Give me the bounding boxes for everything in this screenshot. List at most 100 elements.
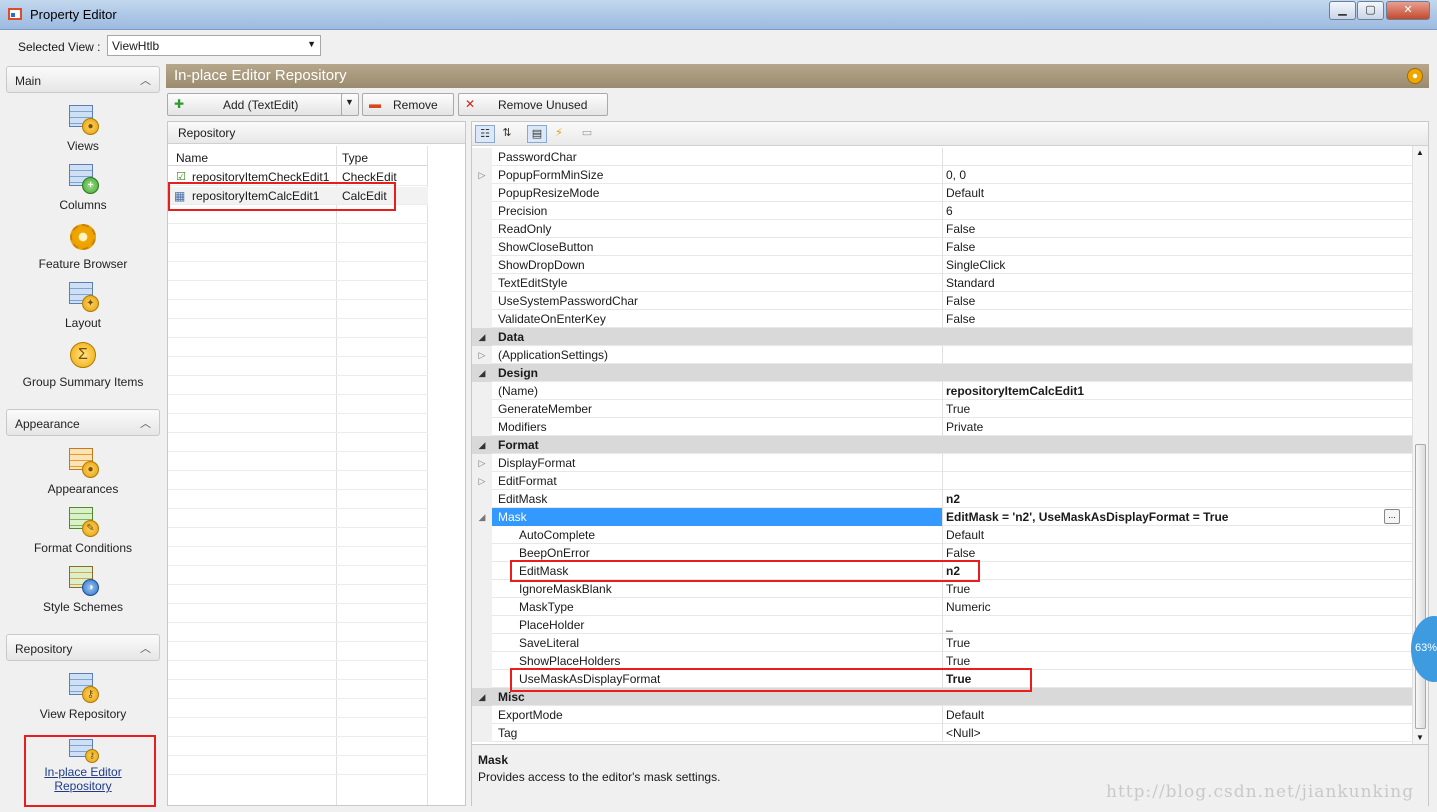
property-row[interactable]: Modifiers Private <box>472 418 1412 436</box>
remove-unused-button[interactable]: ✕ Remove Unused <box>458 93 608 116</box>
property-value[interactable]: False <box>946 312 975 326</box>
remove-button[interactable]: ▬ Remove <box>362 93 454 116</box>
property-value[interactable]: False <box>946 546 975 560</box>
column-header-name[interactable]: Name <box>176 151 208 165</box>
add-button[interactable]: ✚ Add (TextEdit) <box>167 93 358 116</box>
property-row[interactable]: ▷ DisplayFormat <box>472 454 1412 472</box>
property-value[interactable]: Private <box>946 420 983 434</box>
property-pages-icon[interactable]: ▭ <box>577 125 597 143</box>
property-row[interactable]: ExportMode Default <box>472 706 1412 724</box>
property-value[interactable]: Default <box>946 528 984 542</box>
property-row[interactable]: ShowDropDown SingleClick <box>472 256 1412 274</box>
property-value[interactable]: SingleClick <box>946 258 1005 272</box>
property-value[interactable]: False <box>946 240 975 254</box>
property-name: GenerateMember <box>498 402 593 416</box>
property-row[interactable]: AutoComplete Default <box>472 526 1412 544</box>
property-row[interactable]: SaveLiteral True <box>472 634 1412 652</box>
selected-view-combo[interactable]: ViewHtlb ▼ <box>107 35 321 56</box>
scroll-up-icon[interactable]: ▲ <box>1416 148 1424 157</box>
property-category[interactable]: ◢ Format <box>472 436 1412 454</box>
nav-item-format-conditions[interactable]: ✎ Format Conditions <box>6 505 160 555</box>
empty-row <box>168 510 428 528</box>
property-value[interactable]: EditMask = 'n2', UseMaskAsDisplayFormat … <box>946 510 1228 524</box>
property-row[interactable]: ValidateOnEnterKey False <box>472 310 1412 328</box>
property-row[interactable]: EditMask n2 <box>472 490 1412 508</box>
property-value[interactable]: repositoryItemCalcEdit1 <box>946 384 1084 398</box>
maximize-button[interactable]: ▢ <box>1357 1 1384 20</box>
nav-item-layout[interactable]: ✦ Layout <box>6 280 160 330</box>
nav-item-style-schemes[interactable]: ◑ Style Schemes <box>6 564 160 614</box>
expand-icon: ▷ <box>472 472 492 490</box>
events-icon[interactable]: ⚡ <box>549 125 569 143</box>
column-divider <box>942 418 943 436</box>
nav-item-group-summary-items[interactable]: Σ Group Summary Items <box>6 339 160 389</box>
property-value[interactable]: n2 <box>946 492 960 506</box>
property-row[interactable]: ▷ (ApplicationSettings) <box>472 346 1412 364</box>
property-category[interactable]: ◢ Data <box>472 328 1412 346</box>
empty-row <box>168 567 428 585</box>
empty-row <box>168 244 428 262</box>
property-row[interactable]: PopupResizeMode Default <box>472 184 1412 202</box>
ellipsis-button[interactable]: ... <box>1384 509 1400 524</box>
property-row[interactable]: TextEditStyle Standard <box>472 274 1412 292</box>
property-row[interactable]: MaskType Numeric <box>472 598 1412 616</box>
scroll-down-icon[interactable]: ▼ <box>1416 733 1424 742</box>
property-value[interactable]: Standard <box>946 276 995 290</box>
property-value[interactable]: <Null> <box>946 726 981 740</box>
collapse-icon[interactable]: ︿ <box>140 640 151 656</box>
property-value[interactable]: _ <box>946 618 953 632</box>
property-value[interactable]: False <box>946 294 975 308</box>
sort-alphabetical-icon[interactable]: ⇅ <box>497 125 517 143</box>
property-row[interactable]: (Name) repositoryItemCalcEdit1 <box>472 382 1412 400</box>
property-row[interactable]: ◢ Mask EditMask = 'n2', UseMaskAsDisplayFo… <box>472 508 1412 526</box>
property-value[interactable]: Default <box>946 708 984 722</box>
property-value[interactable]: True <box>946 654 970 668</box>
property-row[interactable]: Tag <Null> <box>472 724 1412 742</box>
property-name: ShowCloseButton <box>498 240 594 254</box>
property-value[interactable]: 6 <box>946 204 953 218</box>
property-row[interactable]: ▷ PopupFormMinSize 0, 0 <box>472 166 1412 184</box>
property-value[interactable]: Default <box>946 186 984 200</box>
property-name: PasswordChar <box>498 150 577 164</box>
property-row[interactable]: ShowCloseButton False <box>472 238 1412 256</box>
property-value[interactable]: Numeric <box>946 600 991 614</box>
property-row[interactable]: ReadOnly False <box>472 220 1412 238</box>
nav-group-appearance[interactable]: Appearance ︿ <box>6 409 160 436</box>
nav-item-views[interactable]: ● Views <box>6 103 160 153</box>
properties-icon[interactable]: ▤ <box>527 125 547 143</box>
empty-row <box>168 624 428 642</box>
property-value[interactable]: True <box>946 582 970 596</box>
property-value[interactable]: True <box>946 636 970 650</box>
property-category[interactable]: ◢ Design <box>472 364 1412 382</box>
collapse-icon[interactable]: ︿ <box>140 415 151 431</box>
property-row[interactable]: PlaceHolder _ <box>472 616 1412 634</box>
scrollbar-thumb[interactable] <box>1415 444 1426 729</box>
nav-group-main[interactable]: Main ︿ <box>6 66 160 93</box>
nav-item-columns[interactable]: + Columns <box>6 162 160 212</box>
repository-column-headers: Name Type <box>168 146 428 166</box>
property-row[interactable]: Precision 6 <box>472 202 1412 220</box>
nav-item-view-repository[interactable]: ⚷ View Repository <box>6 671 160 721</box>
property-value[interactable]: True <box>946 402 970 416</box>
selected-view-label: Selected View : <box>18 40 101 54</box>
property-row[interactable]: IgnoreMaskBlank True <box>472 580 1412 598</box>
property-value[interactable]: 0, 0 <box>946 168 966 182</box>
categorized-icon[interactable]: ☷ <box>475 125 495 143</box>
chevron-down-icon[interactable]: ▼ <box>307 39 316 49</box>
property-value[interactable]: False <box>946 222 975 236</box>
property-row[interactable]: ▷ EditFormat <box>472 472 1412 490</box>
property-name: Mask <box>498 510 527 524</box>
property-row[interactable]: GenerateMember True <box>472 400 1412 418</box>
collapse-icon[interactable]: ︿ <box>140 72 151 88</box>
property-row[interactable]: UseSystemPasswordChar False <box>472 292 1412 310</box>
selected-view-value: ViewHtlb <box>112 39 160 53</box>
nav-item-appearances[interactable]: ● Appearances <box>6 446 160 496</box>
property-row[interactable]: PasswordChar <box>472 148 1412 166</box>
close-button[interactable]: ✕ <box>1386 1 1430 20</box>
minimize-button[interactable]: ▁ <box>1329 1 1356 20</box>
nav-item-feature-browser[interactable]: Feature Browser <box>6 221 160 271</box>
nav-group-repository[interactable]: Repository ︿ <box>6 634 160 661</box>
column-header-type[interactable]: Type <box>342 151 368 165</box>
help-icon[interactable] <box>1407 68 1423 84</box>
add-dropdown-button[interactable]: ▼ <box>341 93 359 116</box>
